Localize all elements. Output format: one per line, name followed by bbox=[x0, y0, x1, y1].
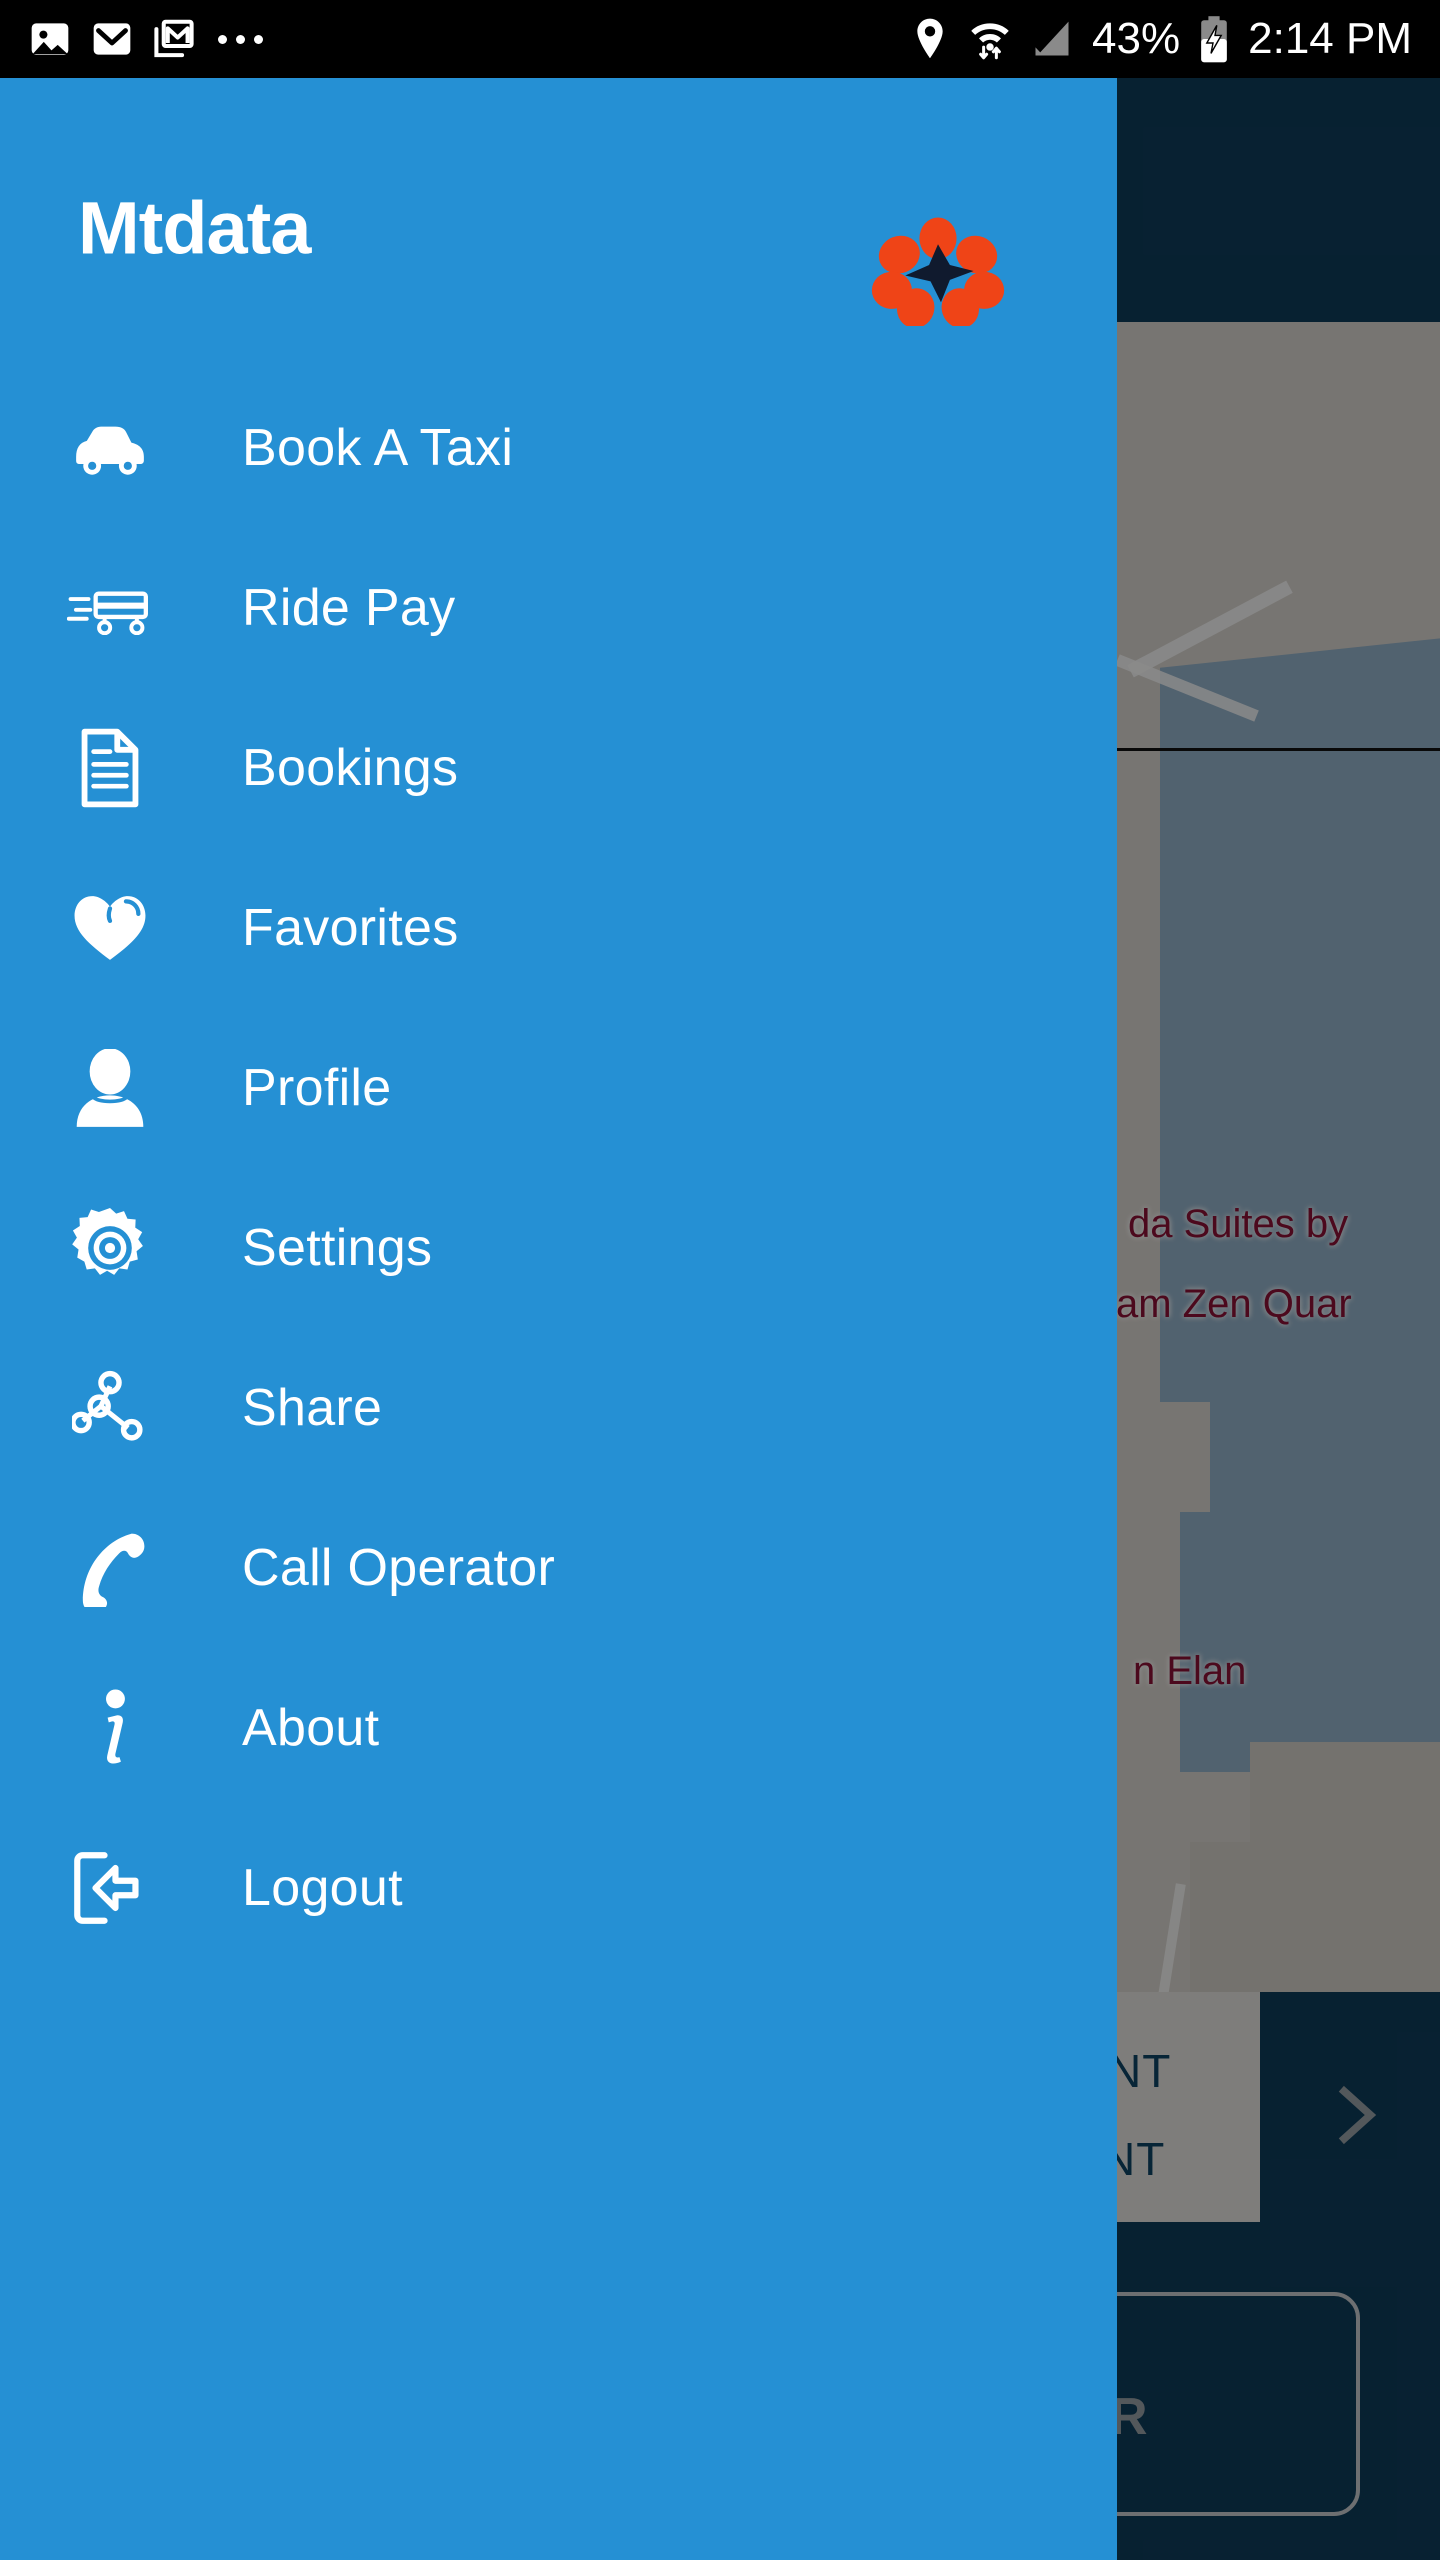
menu-item-profile[interactable]: Profile bbox=[0, 1008, 1117, 1168]
logout-icon bbox=[56, 1849, 164, 1927]
phone-icon bbox=[56, 1529, 164, 1607]
menu-item-label: Favorites bbox=[242, 899, 459, 957]
mtdata-flower-logo bbox=[871, 217, 1005, 326]
menu-item-call-operator[interactable]: Call Operator bbox=[0, 1488, 1117, 1648]
menu-item-label: Ride Pay bbox=[242, 579, 456, 637]
gmail-icon bbox=[154, 19, 194, 58]
menu-item-favorites[interactable]: Favorites bbox=[0, 848, 1117, 1008]
menu-item-ride-pay[interactable]: Ride Pay bbox=[0, 528, 1117, 688]
battery-charging-icon bbox=[1201, 16, 1227, 63]
ride-pay-icon bbox=[56, 581, 164, 635]
status-bar-left bbox=[0, 17, 263, 61]
drawer-header: Mtdata bbox=[0, 78, 1117, 326]
phone-screen: da Suites by am Zen Quar n Elan NT NT R … bbox=[0, 0, 1440, 2560]
signal-bars-icon bbox=[1035, 21, 1069, 56]
menu-item-bookings[interactable]: Bookings bbox=[0, 688, 1117, 848]
location-pin-icon bbox=[917, 18, 943, 59]
menu-item-logout[interactable]: Logout bbox=[0, 1808, 1117, 1968]
status-bar-right: 43% 2:14 PM bbox=[910, 15, 1440, 63]
menu-item-label: Settings bbox=[242, 1219, 433, 1277]
drawer-menu: Book A Taxi Ride Pay Bookings Favorites … bbox=[0, 368, 1117, 1968]
mail-icon bbox=[93, 23, 131, 55]
car-icon bbox=[56, 418, 164, 478]
menu-item-book-a-taxi[interactable]: Book A Taxi bbox=[0, 368, 1117, 528]
navigation-drawer: Mtdata Book A Taxi Ride Pay Bookings Fav… bbox=[0, 78, 1117, 2560]
menu-item-label: About bbox=[242, 1699, 380, 1757]
menu-item-label: Call Operator bbox=[242, 1539, 556, 1597]
menu-item-label: Bookings bbox=[242, 739, 459, 797]
menu-item-settings[interactable]: Settings bbox=[0, 1168, 1117, 1328]
wifi-icon bbox=[971, 23, 1009, 60]
battery-percent: 43% bbox=[1092, 14, 1181, 63]
info-icon bbox=[56, 1688, 164, 1768]
menu-item-label: Logout bbox=[242, 1859, 403, 1917]
clock-time: 2:14 PM bbox=[1248, 14, 1412, 63]
person-icon bbox=[56, 1049, 164, 1127]
more-dots-icon bbox=[218, 34, 263, 44]
gear-icon bbox=[56, 1208, 164, 1288]
heart-icon bbox=[56, 892, 164, 964]
document-icon bbox=[56, 728, 164, 808]
status-bar: 43% 2:14 PM bbox=[0, 0, 1440, 78]
menu-item-label: Profile bbox=[242, 1059, 392, 1117]
menu-item-label: Share bbox=[242, 1379, 383, 1437]
menu-item-share[interactable]: Share bbox=[0, 1328, 1117, 1488]
menu-item-label: Book A Taxi bbox=[242, 419, 514, 477]
menu-item-about[interactable]: About bbox=[0, 1648, 1117, 1808]
image-icon bbox=[31, 23, 69, 55]
share-nodes-icon bbox=[56, 1370, 164, 1446]
app-title: Mtdata bbox=[78, 186, 311, 270]
